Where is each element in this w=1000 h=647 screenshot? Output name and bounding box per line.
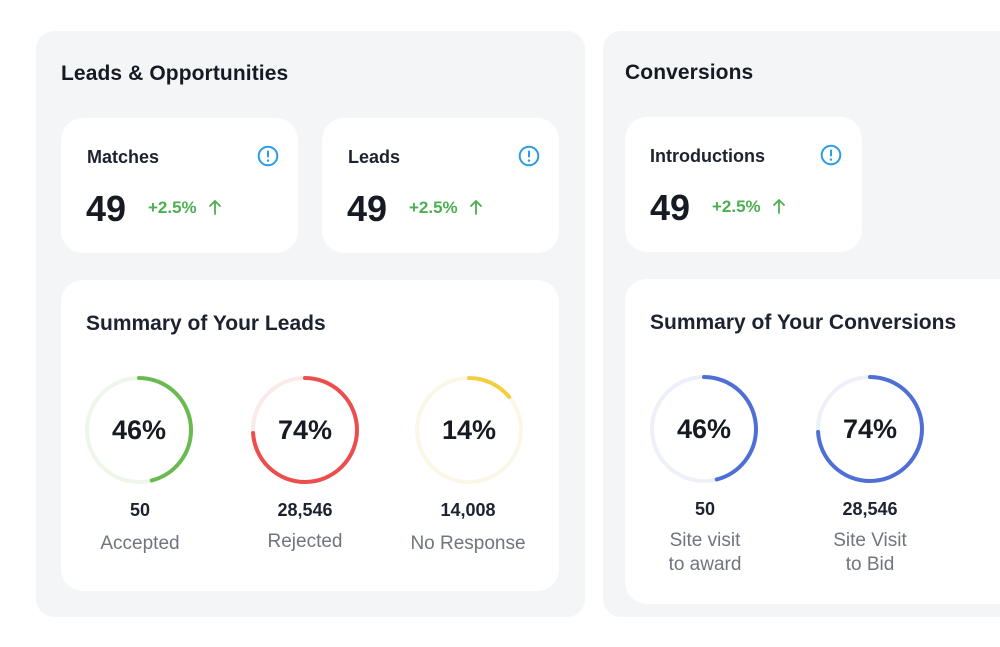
arrow-up-icon [773,199,785,214]
arrow-up-icon [209,200,221,215]
accepted-progress-ring: 46% [83,374,195,486]
ring-caption: No Response [410,533,526,554]
conversions-panel: Conversions Introductions 49 +2.5% Summa… [603,31,1000,617]
introductions-card[interactable]: Introductions 49 +2.5% [625,117,862,252]
panel-title: Leads & Opportunities [61,62,289,85]
ring-caption-line: Site Visit [833,530,907,551]
ring-percent: 74% [277,415,333,445]
stat-change: +2.5% [148,198,197,217]
rejected-progress-ring: 74% [249,374,361,486]
ring-caption-line: to award [668,554,742,575]
ring-caption: Site visit to award [620,529,790,577]
site-visit-to-bid-progress-ring: 74% [814,373,926,485]
leads-summary-card: Summary of Your Leads 46% 50 Accepted 74… [61,280,559,591]
stat-label: Introductions [650,146,765,166]
no-response-progress-ring: 14% [413,374,525,486]
ring-count: 50 [694,499,716,519]
ring-percent: 46% [111,415,167,445]
ring-percent: 46% [676,414,732,444]
ring-caption: Site Visit to Bid [785,529,955,577]
ring-percent: 74% [842,414,898,444]
ring-count: 50 [129,500,151,520]
stat-change: +2.5% [712,197,761,216]
stat-value: 49 [347,188,388,229]
info-icon[interactable] [518,145,540,167]
summary-title: Summary of Your Conversions [650,311,957,334]
ring-count: 28,546 [277,500,333,520]
leads-opportunities-panel: Leads & Opportunities Matches 49 +2.5% L… [36,31,585,617]
matches-card[interactable]: Matches 49 +2.5% [61,118,298,253]
ring-caption-line: Site visit [669,530,741,551]
ring-caption: Accepted [100,533,180,554]
ring-percent: 14% [441,415,497,445]
panel-title: Conversions [625,61,754,84]
leads-card[interactable]: Leads 49 +2.5% [322,118,559,253]
stat-value: 49 [86,188,127,229]
stat-value: 49 [650,187,691,228]
info-icon[interactable] [257,145,279,167]
ring-caption: Rejected [267,531,343,552]
conversions-summary-card: Summary of Your Conversions 46% 50 Site … [625,279,1000,604]
ring-caption-line: to Bid [845,554,895,575]
stat-label: Matches [87,147,160,167]
arrow-up-icon [470,200,482,215]
stat-label: Leads [348,147,401,167]
ring-count: 28,546 [842,499,898,519]
site-visit-to-award-progress-ring: 46% [648,373,760,485]
stat-change: +2.5% [409,198,458,217]
ring-count: 14,008 [440,500,496,520]
summary-title: Summary of Your Leads [86,312,326,335]
info-icon[interactable] [820,144,842,166]
